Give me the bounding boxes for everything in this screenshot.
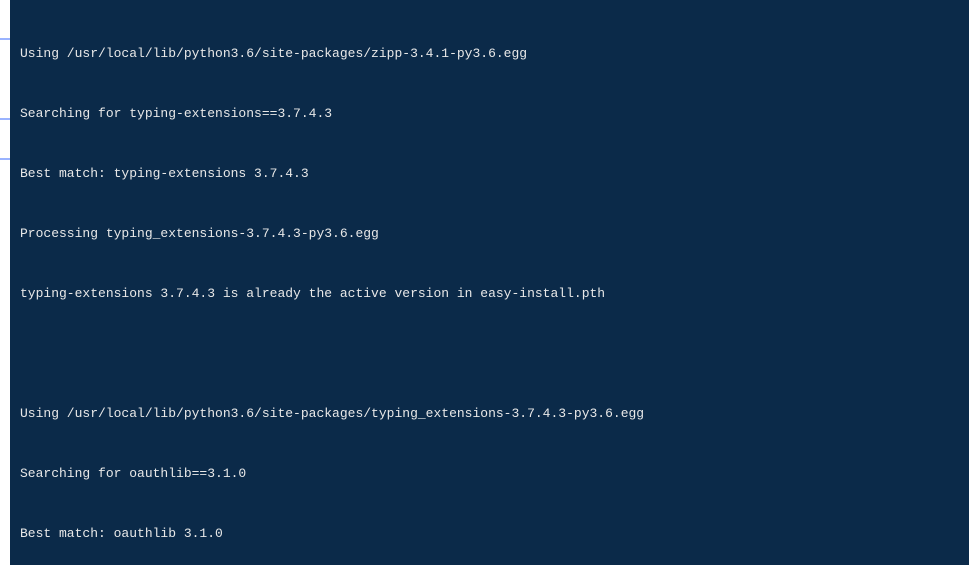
terminal-line: Best match: oauthlib 3.1.0 <box>20 524 963 544</box>
terminal-line: Searching for typing-extensions==3.7.4.3 <box>20 104 963 124</box>
terminal-line: Using /usr/local/lib/python3.6/site-pack… <box>20 44 963 64</box>
gutter-tick <box>0 118 10 120</box>
left-gutter <box>0 0 10 565</box>
terminal-line: Processing typing_extensions-3.7.4.3-py3… <box>20 224 963 244</box>
terminal-line: Using /usr/local/lib/python3.6/site-pack… <box>20 404 963 424</box>
gutter-tick <box>0 38 10 40</box>
terminal-output[interactable]: Using /usr/local/lib/python3.6/site-pack… <box>14 0 969 565</box>
terminal-line: Best match: typing-extensions 3.7.4.3 <box>20 164 963 184</box>
terminal-line <box>20 344 963 364</box>
terminal-line: typing-extensions 3.7.4.3 is already the… <box>20 284 963 304</box>
gutter-tick <box>0 158 10 160</box>
terminal-line: Searching for oauthlib==3.1.0 <box>20 464 963 484</box>
